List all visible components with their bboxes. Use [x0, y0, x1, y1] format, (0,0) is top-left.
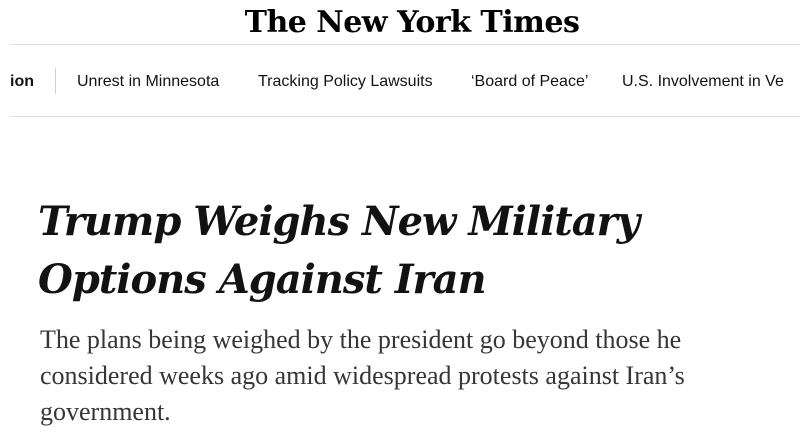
nav-separator	[55, 68, 56, 94]
article-summary: The plans being weighed by the president…	[40, 325, 685, 426]
nav-divider-bottom	[10, 116, 800, 117]
topic-nav: ion Unrest in Minnesota Tracking Policy …	[0, 45, 800, 115]
masthead: The New York Times	[0, 0, 800, 44]
nav-item-us-involvement[interactable]: U.S. Involvement in Ve	[622, 73, 784, 91]
nav-item-tracking-policy-lawsuits[interactable]: Tracking Policy Lawsuits	[258, 73, 433, 91]
nyt-logo[interactable]: The New York Times	[245, 5, 580, 40]
article-headline[interactable]: Trump Weighs New Military Options Agains…	[38, 193, 798, 309]
nav-item-unrest-in-minnesota[interactable]: Unrest in Minnesota	[77, 73, 219, 91]
nav-item-board-of-peace[interactable]: ‘Board of Peace’	[471, 73, 588, 91]
nav-item-partial[interactable]: ion	[10, 73, 34, 91]
